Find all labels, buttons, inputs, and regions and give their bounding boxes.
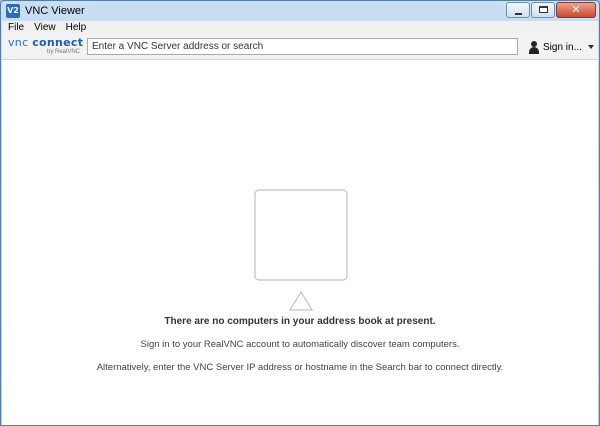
empty-state-search-hint: Alternatively, enter the VNC Server IP a… xyxy=(96,362,504,373)
menu-help[interactable]: Help xyxy=(66,21,87,34)
toolbar: vnc connect by RealVNC Sign in... xyxy=(2,34,598,60)
client-area: File View Help vnc connect by RealVNC Si… xyxy=(2,21,598,425)
minimize-button[interactable] xyxy=(506,2,530,18)
empty-state-title: There are no computers in your address b… xyxy=(164,316,436,327)
vnc-connect-logo: vnc connect by RealVNC xyxy=(8,37,84,59)
menu-file[interactable]: File xyxy=(8,21,24,34)
menu-bar: File View Help xyxy=(2,21,598,34)
window-controls: ✕ xyxy=(505,2,596,18)
logo-vnc: vnc xyxy=(8,36,33,49)
empty-state-signin-hint: Sign in to your RealVNC account to autom… xyxy=(140,339,460,350)
vnc-app-icon[interactable]: V2 xyxy=(6,4,20,18)
person-icon xyxy=(528,40,540,54)
window-title: VNC Viewer xyxy=(25,5,85,17)
minimize-icon xyxy=(515,13,522,15)
address-book-area: There are no computers in your address b… xyxy=(2,61,598,425)
maximize-icon xyxy=(539,6,548,13)
maximize-button[interactable] xyxy=(531,2,555,18)
caret-down-icon xyxy=(587,45,594,49)
menu-view[interactable]: View xyxy=(34,21,56,34)
logo-byline: by RealVNC xyxy=(46,49,80,55)
app-window: V2 VNC Viewer ✕ File View Help vnc conne… xyxy=(0,0,600,426)
sign-in-button[interactable]: Sign in... xyxy=(528,39,594,55)
title-bar[interactable]: V2 VNC Viewer ✕ xyxy=(1,1,599,21)
monitor-icon xyxy=(254,189,348,311)
close-icon: ✕ xyxy=(571,3,581,16)
sign-in-label: Sign in... xyxy=(543,41,582,53)
search-input[interactable] xyxy=(87,38,518,55)
close-button[interactable]: ✕ xyxy=(556,2,596,18)
logo-wordmark: vnc connect xyxy=(8,37,84,48)
